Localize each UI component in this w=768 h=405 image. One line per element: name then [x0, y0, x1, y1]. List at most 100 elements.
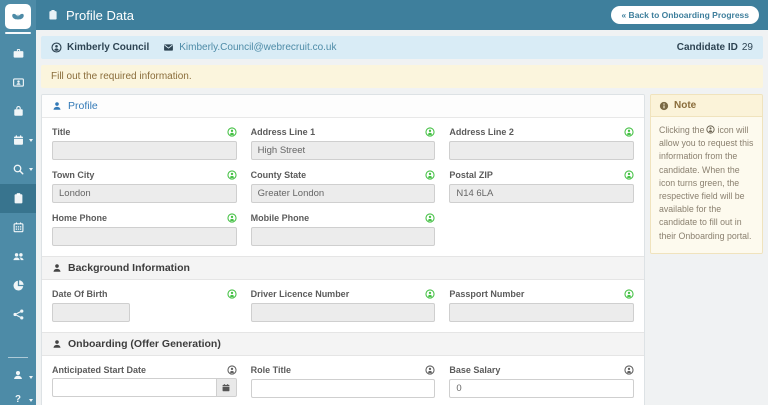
- mobile-phone-input: [251, 227, 436, 246]
- app-window: ? Profile Data « Back to Onboarding Prog…: [0, 0, 768, 405]
- user-icon: [12, 369, 24, 381]
- candidate-name: Kimberly Council: [51, 42, 149, 53]
- field-label: Mobile Phone: [251, 213, 310, 223]
- sidebar-item-share[interactable]: [0, 300, 36, 329]
- info-icon: [659, 101, 669, 111]
- field-label: Title: [52, 127, 70, 137]
- form-field-address-line-2: Address Line 2: [449, 126, 634, 160]
- sidebar-item-clipboard[interactable]: [0, 184, 36, 213]
- form-field-driver-licence-number: Driver Licence Number: [251, 288, 436, 322]
- form-field-mobile-phone: Mobile Phone: [251, 212, 436, 246]
- briefcase-icon: [12, 47, 25, 60]
- request-from-candidate-icon[interactable]: [624, 170, 634, 180]
- chevron-down-icon: [29, 139, 33, 142]
- form-field-address-line-1: Address Line 1: [251, 126, 436, 160]
- postal-zip-input: [449, 184, 634, 203]
- request-from-candidate-icon[interactable]: [425, 289, 435, 299]
- section-heading-background-information: Background Information: [42, 256, 644, 280]
- county-state-input: [251, 184, 436, 203]
- form-field-base-salary: Base Salary: [449, 364, 634, 398]
- share-icon: [12, 308, 25, 321]
- sidebar-item-id-card[interactable]: [0, 68, 36, 97]
- form-field-home-phone: Home Phone: [52, 212, 237, 246]
- section-heading-onboarding-offer-generation: Onboarding (Offer Generation): [42, 332, 644, 356]
- anticipated-start-date-input[interactable]: [52, 378, 217, 397]
- request-from-candidate-icon[interactable]: [425, 213, 435, 223]
- user-solid-icon: [52, 339, 62, 349]
- clipboard-icon: [12, 192, 25, 205]
- candidate-info-bar: Kimberly Council Kimberly.Council@webrec…: [41, 36, 763, 59]
- request-from-candidate-icon[interactable]: [227, 365, 237, 375]
- address-line-2-input: [449, 141, 634, 160]
- request-from-candidate-icon[interactable]: [227, 170, 237, 180]
- sidebar-item-briefcase[interactable]: [0, 39, 36, 68]
- sidebar-nav: [0, 39, 36, 329]
- field-label: Postal ZIP: [449, 170, 493, 180]
- request-from-candidate-icon[interactable]: [227, 127, 237, 137]
- sidebar-item-calendar-grid[interactable]: [0, 213, 36, 242]
- sidebar-bottom: ?: [0, 357, 36, 405]
- date-of-birth-input: [52, 303, 130, 322]
- sidebar-item-users[interactable]: [0, 242, 36, 271]
- person-icon: [706, 125, 715, 134]
- base-salary-input[interactable]: [449, 379, 634, 398]
- form-field-passport-number: Passport Number: [449, 288, 634, 322]
- form-field-town-city: Town City: [52, 169, 237, 203]
- required-info-alert: Fill out the required information.: [41, 65, 763, 88]
- town-city-input: [52, 184, 237, 203]
- home-phone-input: [52, 227, 237, 246]
- help-icon: ?: [12, 392, 24, 404]
- address-line-1-input: [251, 141, 436, 160]
- sidebar-item-help[interactable]: ?: [0, 386, 36, 405]
- form-field-county-state: County State: [251, 169, 436, 203]
- users-icon: [12, 250, 25, 263]
- butterfly-logo-icon: [10, 9, 26, 25]
- svg-text:?: ?: [15, 393, 21, 403]
- request-from-candidate-icon[interactable]: [425, 170, 435, 180]
- request-from-candidate-icon[interactable]: [227, 213, 237, 223]
- field-label: Date Of Birth: [52, 289, 108, 299]
- sidebar: ?: [0, 0, 36, 405]
- candidate-id-label: Candidate ID: [677, 42, 738, 53]
- note-panel: Note Clicking theicon will allow you to …: [650, 94, 763, 254]
- candidate-email-link[interactable]: Kimberly.Council@webrecruit.co.uk: [163, 42, 336, 53]
- sidebar-item-user[interactable]: [0, 363, 36, 386]
- note-body: Clicking theicon will allow you to reque…: [651, 117, 762, 253]
- section-heading-profile: Profile: [42, 95, 644, 118]
- calendar-icon: [12, 134, 25, 147]
- clipboard-icon: [47, 9, 59, 21]
- field-label: Address Line 2: [449, 127, 514, 137]
- request-from-candidate-icon[interactable]: [227, 289, 237, 299]
- passport-number-input: [449, 303, 634, 322]
- request-from-candidate-icon[interactable]: [425, 365, 435, 375]
- search-icon: [12, 163, 25, 176]
- chevron-down-icon: [29, 168, 33, 171]
- field-label: Base Salary: [449, 365, 500, 375]
- role-title-input[interactable]: [251, 379, 436, 398]
- request-from-candidate-icon[interactable]: [624, 289, 634, 299]
- candidate-id-value: 29: [742, 42, 753, 53]
- sidebar-divider: [8, 357, 28, 358]
- back-to-onboarding-button[interactable]: « Back to Onboarding Progress: [611, 6, 759, 24]
- pie-chart-icon: [12, 279, 25, 292]
- app-logo[interactable]: [0, 0, 36, 34]
- sidebar-item-calendar[interactable]: [0, 126, 36, 155]
- section-title: Profile: [68, 100, 98, 112]
- form-field-anticipated-start-date: Anticipated Start Date: [52, 364, 237, 398]
- sidebar-item-bag[interactable]: [0, 97, 36, 126]
- driver-licence-number-input: [251, 303, 436, 322]
- page-header: Profile Data « Back to Onboarding Progre…: [36, 0, 768, 30]
- id-card-icon: [12, 76, 25, 89]
- form-field-role-title: Role Title: [251, 364, 436, 398]
- calendar-picker-button[interactable]: [217, 378, 237, 397]
- page-title: Profile Data: [47, 8, 134, 23]
- envelope-icon: [163, 42, 174, 53]
- sidebar-item-search[interactable]: [0, 155, 36, 184]
- field-label: County State: [251, 170, 307, 180]
- request-from-candidate-icon[interactable]: [624, 127, 634, 137]
- chevron-down-icon: [29, 376, 33, 379]
- request-from-candidate-icon[interactable]: [425, 127, 435, 137]
- request-from-candidate-icon[interactable]: [624, 365, 634, 375]
- field-label: Address Line 1: [251, 127, 316, 137]
- sidebar-item-pie-chart[interactable]: [0, 271, 36, 300]
